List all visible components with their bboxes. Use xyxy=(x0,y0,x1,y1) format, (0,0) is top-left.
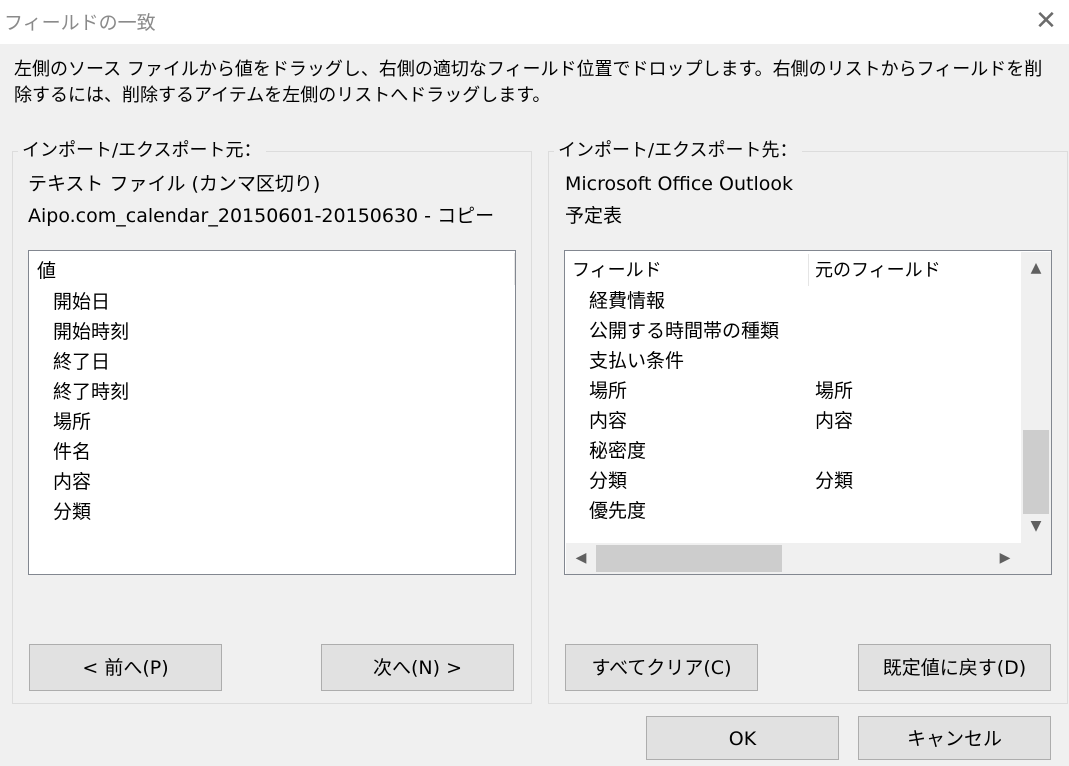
list-item[interactable]: 件名 xyxy=(53,437,91,467)
source-file-name: Aipo.com_calendar_20150601-20150630 - コピ… xyxy=(28,205,495,227)
destination-app: Microsoft Office Outlook xyxy=(565,173,793,195)
list-item[interactable]: 開始時刻 xyxy=(53,317,129,347)
close-icon[interactable]: ✕ xyxy=(1031,6,1061,36)
column-header-field[interactable]: フィールド xyxy=(572,256,662,286)
table-row-field[interactable]: 公開する時間帯の種類 xyxy=(589,316,779,346)
title-bar: フィールドの一致 ✕ xyxy=(0,0,1069,44)
source-type: テキスト ファイル (カンマ区切り) xyxy=(28,173,321,195)
vertical-scroll-thumb[interactable] xyxy=(1023,430,1049,514)
column-header-source-field[interactable]: 元のフィールド xyxy=(815,256,941,286)
column-divider xyxy=(808,254,809,286)
table-row-field[interactable]: 内容 xyxy=(589,406,627,436)
table-row-field[interactable]: 秘密度 xyxy=(589,436,646,466)
table-row-field[interactable]: 場所 xyxy=(589,376,627,406)
table-row-source[interactable]: 内容 xyxy=(815,406,853,436)
horizontal-scrollbar[interactable]: ◀ ▶ xyxy=(566,543,1051,574)
source-value-list[interactable]: 値 開始日 開始時刻 終了日 終了時刻 場所 件名 内容 分類 xyxy=(28,250,516,575)
table-row-field[interactable]: 経費情報 xyxy=(589,286,665,316)
scroll-corner xyxy=(1021,543,1051,574)
table-row-field[interactable]: 優先度 xyxy=(589,496,646,526)
clear-all-button[interactable]: すべてクリア(C) xyxy=(565,644,758,691)
next-button[interactable]: 次へ(N) > xyxy=(321,644,514,691)
list-item[interactable]: 内容 xyxy=(53,467,91,497)
table-row-source[interactable]: 場所 xyxy=(815,376,853,406)
destination-group-label: インポート/エクスポート先： xyxy=(554,138,802,164)
field-mapping-list[interactable]: フィールド 元のフィールド 経費情報 公開する時間帯の種類 支払い条件 場所 場… xyxy=(564,250,1052,575)
cancel-button[interactable]: キャンセル xyxy=(858,716,1051,760)
scroll-left-icon[interactable]: ◀ xyxy=(566,550,596,566)
horizontal-scroll-thumb[interactable] xyxy=(596,545,782,572)
table-row-field[interactable]: 分類 xyxy=(589,466,627,496)
window-title: フィールドの一致 xyxy=(4,12,156,34)
header-divider xyxy=(514,253,515,285)
list-item[interactable]: 終了日 xyxy=(53,347,110,377)
table-row-field[interactable]: 支払い条件 xyxy=(589,346,684,376)
scroll-up-icon[interactable]: ▲ xyxy=(1021,260,1051,276)
destination-folder: 予定表 xyxy=(565,205,623,227)
prev-button[interactable]: < 前へ(P) xyxy=(29,644,222,691)
ok-button[interactable]: OK xyxy=(646,716,839,760)
instruction-text: 左側のソース ファイルから値をドラッグし、右側の適切なフィールド位置でドロップし… xyxy=(14,59,1043,106)
scroll-down-icon[interactable]: ▼ xyxy=(1021,518,1051,534)
list-item[interactable]: 場所 xyxy=(53,407,91,437)
scroll-right-icon[interactable]: ▶ xyxy=(990,550,1020,566)
table-row-source[interactable]: 分類 xyxy=(815,466,853,496)
vertical-scrollbar[interactable]: ▲ ▼ xyxy=(1021,252,1051,543)
source-group-label: インポート/エクスポート元： xyxy=(18,138,266,164)
list-item[interactable]: 開始日 xyxy=(53,287,110,317)
restore-default-button[interactable]: 既定値に戻す(D) xyxy=(858,644,1051,691)
list-item[interactable]: 分類 xyxy=(53,497,91,527)
source-list-header: 値 xyxy=(37,260,57,282)
list-item[interactable]: 終了時刻 xyxy=(53,377,129,407)
